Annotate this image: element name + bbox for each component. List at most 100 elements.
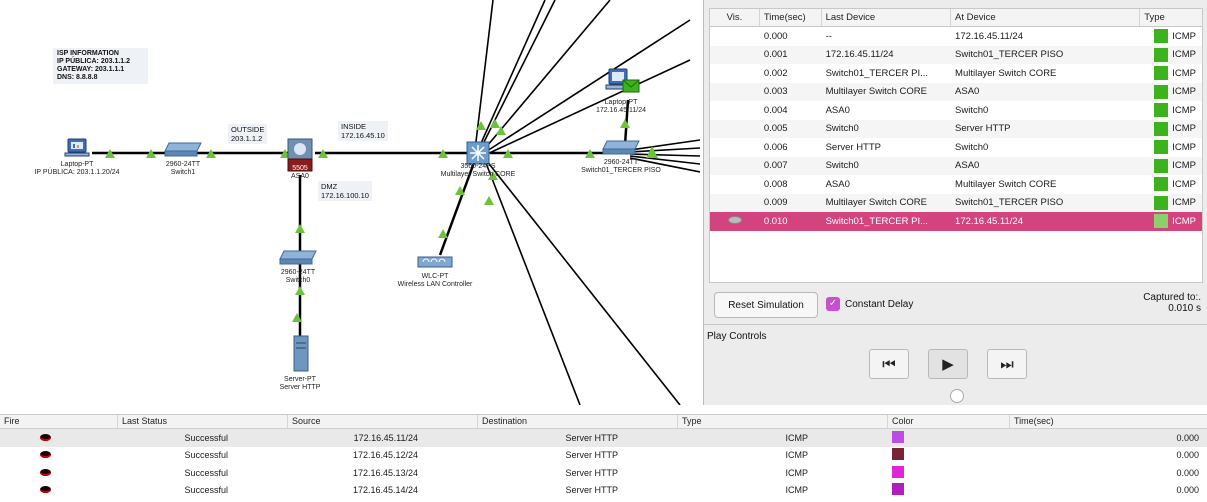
fire-icon[interactable] [40, 433, 51, 441]
switch1-device[interactable]: 2960-24TT Switch1 [158, 140, 208, 177]
asa0-device[interactable]: 5505 ASA0 [283, 138, 317, 181]
col-color[interactable]: Color [888, 415, 1010, 428]
event-time: 0.008 [763, 178, 788, 190]
event-at-device: Switch0 [955, 104, 989, 116]
event-time: 0.009 [763, 197, 788, 209]
event-type: ICMP [1140, 177, 1202, 192]
event-row[interactable]: 0.009 Multilayer Switch CORE Switch01_TERC… [710, 193, 1202, 212]
constant-delay-checkbox[interactable]: ✓ Constant Delay [826, 297, 913, 311]
server-icon [293, 335, 309, 372]
server-http-device[interactable]: Server-PT Server HTTP [270, 335, 330, 392]
pdu-destination: Server HTTP [565, 485, 618, 496]
fire-cell[interactable] [0, 450, 118, 460]
col-time[interactable]: Time(sec) [760, 9, 822, 26]
event-at-device: ASA0 [955, 86, 980, 98]
topology-canvas[interactable]: ISP INFORMATION IP PÚBLICA: 203.1.1.2 GA… [0, 0, 700, 405]
event-type: ICMP [1140, 103, 1202, 118]
col-last-status[interactable]: Last Status [118, 415, 288, 428]
col-at-device[interactable]: At Device [951, 9, 1141, 26]
event-last-device: Switch01_TERCER PI... [825, 215, 928, 227]
pdu-source: 172.16.45.14/24 [352, 485, 418, 496]
play-controls-title: Play Controls [707, 331, 767, 342]
pdu-source: 172.16.45.12/24 [352, 450, 418, 461]
event-row[interactable]: 0.000 -- 172.16.45.11/24 ICMP [710, 27, 1202, 46]
laptop-left-device[interactable]: Laptop-PT IP PÚBLICA: 203.1.1.20/24 [2, 138, 152, 177]
wlc-device[interactable]: WLC-PT Wireless LAN Controller [385, 252, 485, 289]
event-time: 0.010 [763, 215, 788, 227]
forward-button[interactable]: ⏭ [987, 349, 1027, 379]
pdu-time: 0.000 [1176, 467, 1199, 478]
pdu-row[interactable]: Successful 172.16.45.13/24 Server HTTP ICMP… [0, 464, 1207, 482]
event-time: 0.007 [763, 160, 788, 172]
reset-simulation-button[interactable]: Reset Simulation [714, 292, 818, 318]
event-type: ICMP [1140, 214, 1202, 229]
vis-cell[interactable] [710, 215, 760, 227]
switch01-tercer-piso-device[interactable]: 2960-24TT Switch01_TERCER PISO [566, 138, 676, 175]
pdu-row[interactable]: Successful 172.16.45.11/24 Server HTTP ICMP… [0, 429, 1207, 447]
event-last-device: Switch01_TERCER PI... [825, 67, 928, 79]
fire-icon[interactable] [40, 451, 51, 459]
eye-icon[interactable] [727, 215, 742, 224]
event-type: ICMP [1140, 47, 1202, 62]
type-color-swatch [1154, 47, 1169, 62]
col-fire[interactable]: Fire [0, 415, 118, 428]
type-color-swatch [1154, 177, 1169, 192]
fire-icon[interactable] [40, 468, 51, 476]
type-color-swatch [1154, 214, 1169, 229]
event-row[interactable]: 0.005 Switch0 Server HTTP ICMP [710, 119, 1202, 138]
event-list-table[interactable]: Vis. Time(sec) Last Device At Device Typ… [709, 8, 1203, 283]
fire-cell[interactable] [0, 468, 118, 478]
multilayer-switch-device[interactable]: 3560-24PS Multilayer Switch CORE [428, 140, 528, 179]
event-row[interactable]: 0.001 172.16.45.11/24 Switch01_TERCER PISO… [710, 45, 1202, 64]
switch-icon [164, 142, 202, 157]
back-button[interactable]: ⏮ [869, 349, 909, 379]
col-last-device[interactable]: Last Device [822, 9, 952, 26]
event-time: 0.004 [763, 104, 788, 116]
event-type: ICMP [1140, 84, 1202, 99]
captured-value: 0.010 s [1168, 303, 1201, 314]
col-time[interactable]: Time(sec) [1010, 415, 1207, 428]
switch0-device[interactable]: 2960-24TT Switch0 [273, 248, 323, 285]
pdu-color [888, 483, 1010, 497]
fire-cell[interactable] [0, 433, 118, 443]
pdu-row[interactable]: Successful 172.16.45.14/24 Server HTTP ICMP… [0, 482, 1207, 500]
event-row[interactable]: 0.004 ASA0 Switch0 ICMP [710, 101, 1202, 120]
play-controls: Play Controls ⏮ ▶ ⏭ [704, 324, 1207, 405]
speed-slider-knob[interactable] [950, 389, 964, 403]
event-at-device: Multilayer Switch CORE [955, 178, 1057, 190]
col-source[interactable]: Source [288, 415, 478, 428]
event-row[interactable]: 0.006 Server HTTP Switch0 ICMP [710, 138, 1202, 157]
captured-to-readout: Captured to:. 0.010 s [1143, 292, 1201, 314]
checkbox-checked-icon[interactable]: ✓ [826, 297, 840, 311]
event-list-header: Vis. Time(sec) Last Device At Device Typ… [710, 9, 1202, 27]
pdu-row[interactable]: Successful 172.16.45.12/24 Server HTTP ICMP… [0, 447, 1207, 465]
fire-cell[interactable] [0, 485, 118, 495]
event-last-device: Switch0 [825, 160, 859, 172]
event-row[interactable]: 0.008 ASA0 Multilayer Switch CORE ICMP [710, 175, 1202, 194]
fire-icon[interactable] [40, 486, 51, 494]
event-at-device: 172.16.45.11/24 [955, 215, 1024, 227]
event-row[interactable]: 0.003 Multilayer Switch CORE ASA0 ICMP [710, 82, 1202, 101]
event-row[interactable]: 0.007 Switch0 ASA0 ICMP [710, 156, 1202, 175]
col-type[interactable]: Type [1140, 9, 1202, 26]
laptop-icon [64, 138, 90, 157]
event-at-device: Multilayer Switch CORE [955, 67, 1057, 79]
type-color-swatch [1154, 84, 1169, 99]
laptop-top-device[interactable]: Laptop-PT 172.16.45.11/24 [586, 66, 656, 115]
event-type: ICMP [1140, 140, 1202, 155]
event-type: ICMP [1140, 195, 1202, 210]
col-type[interactable]: Type [678, 415, 888, 428]
event-row[interactable]: 0.002 Switch01_TERCER PI... Multilayer Swi… [710, 64, 1202, 83]
event-type: ICMP [1140, 158, 1202, 173]
pdu-color [888, 448, 1010, 462]
pdu-status: Successful [184, 432, 228, 443]
col-vis[interactable]: Vis. [710, 9, 760, 26]
user-created-pdu-list[interactable]: Fire Last Status Source Destination Type… [0, 414, 1207, 502]
pdu-type: ICMP [785, 467, 809, 478]
type-color-swatch [1154, 195, 1169, 210]
event-row[interactable]: 0.010 Switch01_TERCER PI... 172.16.45.11/2… [710, 212, 1202, 231]
col-destination[interactable]: Destination [478, 415, 678, 428]
event-list-body: 0.000 -- 172.16.45.11/24 ICMP 0.001 172.16.45… [710, 27, 1202, 231]
pdu-type: ICMP [785, 450, 809, 461]
play-button[interactable]: ▶ [928, 349, 968, 379]
